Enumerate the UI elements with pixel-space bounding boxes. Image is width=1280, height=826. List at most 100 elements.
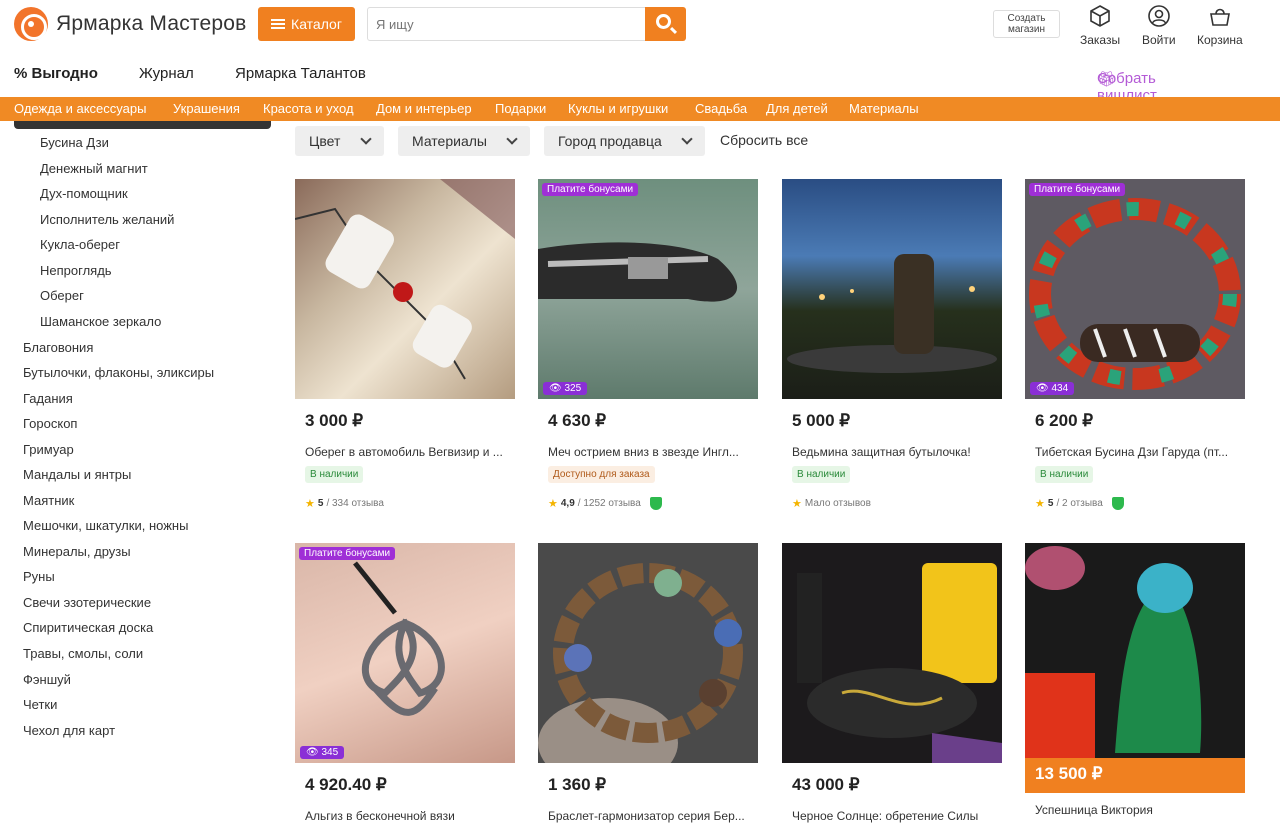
rating-value: 5 — [1047, 498, 1054, 509]
sidebar-item[interactable]: Гадания — [23, 391, 73, 406]
product-title[interactable]: Ведьмина защитная бутылочка! — [792, 445, 992, 459]
product-card-highlighted[interactable]: 13 500 ₽ Успешница Виктория — [1025, 543, 1245, 817]
sidebar-subitem[interactable]: Бусина Дзи — [40, 135, 109, 150]
product-image[interactable] — [538, 543, 758, 763]
orders-button[interactable]: Заказы — [1080, 4, 1120, 47]
category-link[interactable]: Красота и уход — [263, 97, 354, 121]
product-title[interactable]: Тибетская Бусина Дзи Гаруда (пт... — [1035, 445, 1235, 459]
product-card[interactable]: 1 360 ₽ Браслет-гармонизатор серия Бер..… — [538, 543, 758, 823]
views-badge: 👁︎ 434 — [1030, 382, 1075, 395]
box-icon — [1090, 5, 1110, 27]
category-link[interactable]: Для детей — [766, 97, 828, 121]
journal-link[interactable]: Журнал — [139, 65, 194, 82]
sidebar-item[interactable]: Бутылочки, флаконы, эликсиры — [23, 365, 214, 380]
stock-badge: Доступно для заказа — [548, 466, 655, 483]
sidebar-item[interactable]: Четки — [23, 697, 57, 712]
bonus-badge: Платите бонусами — [299, 547, 396, 560]
sidebar-item[interactable]: Фэншуй — [23, 672, 71, 687]
star-icon: ★ — [548, 498, 558, 510]
catalog-button[interactable]: Каталог — [258, 7, 355, 41]
materials-filter[interactable]: Материалы — [398, 126, 530, 156]
sidebar-item[interactable]: Маятник — [23, 493, 74, 508]
category-link[interactable]: Свадьба — [695, 97, 747, 121]
sidebar-subitem[interactable]: Кукла-оберег — [40, 237, 120, 252]
sidebar-active-item[interactable] — [14, 121, 271, 129]
login-label: Войти — [1142, 33, 1176, 47]
sidebar-item[interactable]: Мешочки, шкатулки, ножны — [23, 518, 188, 533]
user-icon — [1147, 5, 1170, 27]
sidebar-subitem[interactable]: Дух-помощник — [40, 186, 128, 201]
product-image[interactable] — [295, 179, 515, 399]
category-link[interactable]: Материалы — [849, 97, 919, 121]
product-title[interactable]: Оберег в автомобиль Вегвизир и ... — [305, 445, 505, 459]
sidebar-item[interactable]: Спиритическая доска — [23, 620, 153, 635]
price-bar: 13 500 ₽ — [1025, 758, 1245, 793]
product-rating: ★ 4,9/ 1252 отзыва — [548, 497, 758, 510]
product-title[interactable]: Успешница Виктория — [1035, 803, 1235, 817]
product-card[interactable]: Платите бонусами 👁︎ 325 4 630 ₽ Меч остр… — [538, 179, 758, 510]
sidebar-item[interactable]: Чехол для карт — [23, 723, 115, 738]
product-title[interactable]: Черное Солнце: обретение Силы — [792, 809, 992, 823]
views-count: 325 — [564, 383, 582, 394]
color-filter[interactable]: Цвет — [295, 126, 384, 156]
basket-icon — [1209, 8, 1230, 26]
sidebar-item[interactable]: Гороскоп — [23, 416, 77, 431]
product-price: 5 000 ₽ — [792, 411, 851, 430]
views-badge: 👁︎ 345 — [300, 746, 345, 759]
site-logo[interactable]: Ярмарка Мастеров — [14, 7, 247, 41]
search-button[interactable] — [645, 7, 686, 41]
sidebar-item[interactable]: Свечи эзотерические — [23, 595, 151, 610]
views-count: 434 — [1051, 383, 1069, 394]
verified-shield-icon — [1111, 497, 1124, 510]
materials-filter-label: Материалы — [412, 133, 487, 149]
product-image[interactable]: Платите бонусами 👁︎ 345 — [295, 543, 515, 763]
category-link[interactable]: Куклы и игрушки — [568, 97, 668, 121]
reviews-count: / 1252 отзыва — [577, 498, 641, 509]
eye-icon: 👁︎ — [306, 747, 322, 758]
product-card[interactable]: Платите бонусами 👁︎ 434 6 200 ₽ Тибетска… — [1025, 179, 1245, 510]
chevron-down-icon — [360, 133, 372, 145]
product-image[interactable] — [782, 543, 1002, 763]
reset-filters-button[interactable]: Сбросить все — [720, 132, 808, 148]
sub-navigation: % Выгодно Журнал Ярмарка Талантов 🎁︎ Соб… — [0, 60, 1280, 104]
product-price: 1 360 ₽ — [548, 775, 607, 794]
sidebar-subitem[interactable]: Исполнитель желаний — [40, 212, 174, 227]
product-image[interactable] — [1025, 543, 1245, 758]
category-link[interactable]: Украшения — [173, 97, 240, 121]
product-image[interactable]: Платите бонусами 👁︎ 325 — [538, 179, 758, 399]
deals-link[interactable]: % Выгодно — [14, 65, 98, 82]
product-image[interactable] — [782, 179, 1002, 399]
product-image[interactable]: Платите бонусами 👁︎ 434 — [1025, 179, 1245, 399]
category-link[interactable]: Дом и интерьер — [376, 97, 472, 121]
eye-icon: 👁︎ — [549, 383, 565, 394]
product-title[interactable]: Альгиз в бесконечной вязи — [305, 809, 505, 823]
sidebar-subitem[interactable]: Оберег — [40, 288, 84, 303]
product-title[interactable]: Браслет-гармонизатор серия Бер... — [548, 809, 748, 823]
talents-link[interactable]: Ярмарка Талантов — [235, 65, 366, 82]
sidebar-subitem[interactable]: Денежный магнит — [40, 161, 148, 176]
category-link[interactable]: Подарки — [495, 97, 546, 121]
product-card[interactable]: 3 000 ₽ Оберег в автомобиль Вегвизир и .… — [295, 179, 515, 510]
sidebar-subitem[interactable]: Шаманское зеркало — [40, 314, 161, 329]
logo-icon — [14, 7, 48, 41]
login-button[interactable]: Войти — [1142, 4, 1176, 47]
product-card[interactable]: 5 000 ₽ Ведьмина защитная бутылочка! В н… — [782, 179, 1002, 510]
cart-button[interactable]: Корзина — [1197, 4, 1243, 47]
sidebar-item[interactable]: Минералы, друзы — [23, 544, 131, 559]
orders-label: Заказы — [1080, 33, 1121, 47]
city-filter[interactable]: Город продавца — [544, 126, 705, 156]
sidebar-item[interactable]: Мандалы и янтры — [23, 467, 131, 482]
sidebar-item[interactable]: Руны — [23, 569, 55, 584]
sidebar-subitem[interactable]: Непроглядь — [40, 263, 112, 278]
product-card[interactable]: 43 000 ₽ Черное Солнце: обретение Силы — [782, 543, 1002, 823]
sidebar-item[interactable]: Гримуар — [23, 442, 74, 457]
product-title[interactable]: Меч острием вниз в звезде Ингл... — [548, 445, 748, 459]
views-badge: 👁︎ 325 — [543, 382, 588, 395]
category-link[interactable]: Одежда и аксессуары — [14, 97, 146, 121]
bottle-picture — [787, 254, 997, 373]
create-shop-button[interactable]: Создать магазин — [993, 10, 1060, 38]
product-card[interactable]: Платите бонусами 👁︎ 345 4 920.40 ₽ Альги… — [295, 543, 515, 823]
sidebar-item[interactable]: Травы, смолы, соли — [23, 646, 143, 661]
sidebar-item[interactable]: Благовония — [23, 340, 93, 355]
search-input[interactable] — [367, 7, 646, 41]
